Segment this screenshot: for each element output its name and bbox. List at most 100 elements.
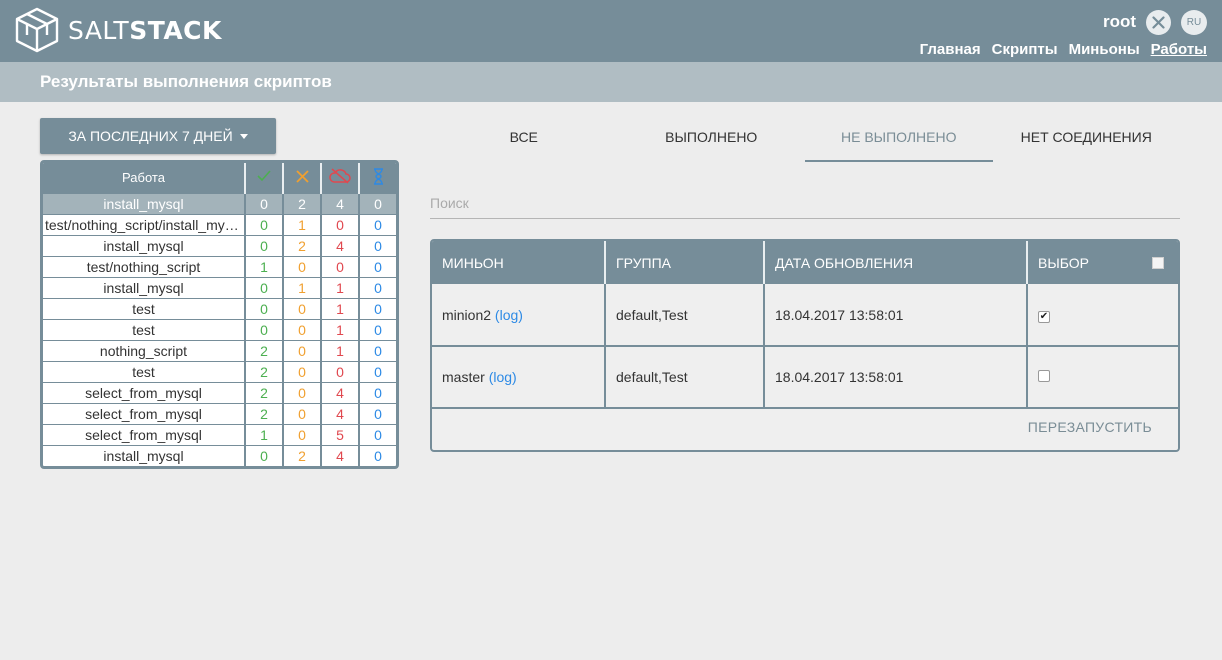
job-row[interactable]: select_from_mysql 2 0 4 0 (43, 402, 396, 424)
success-column-header (245, 163, 284, 193)
job-row[interactable]: test 0 0 1 0 (43, 318, 396, 340)
table-row: minion2 (log) default,Test 18.04.2017 13… (432, 284, 1178, 347)
restart-button[interactable]: ПЕРЕЗАПУСТИТЬ (1028, 419, 1152, 435)
job-row[interactable]: test 0 0 1 0 (43, 297, 396, 319)
nav-minions[interactable]: Миньоны (1069, 41, 1140, 58)
page-title-bar: Результаты выполнения скриптов (0, 62, 1222, 102)
log-link[interactable]: (log) (489, 369, 517, 385)
success-count: 1 (245, 255, 284, 277)
no-connection-count: 1 (321, 276, 360, 298)
select-column-label: ВЫБОР (1038, 254, 1089, 271)
no-connection-count: 4 (321, 402, 360, 424)
job-row[interactable]: nothing_script 2 0 1 0 (43, 339, 396, 361)
minion-name: minion2 (442, 306, 492, 323)
minion-cell: master (log) (432, 346, 606, 409)
saltstack-logo[interactable]: SALTSTACK (12, 6, 222, 54)
waiting-count: 0 (359, 318, 396, 340)
jobs-table: Работа install_mysql 0 2 4 0 test/nothing_scr… (40, 160, 399, 469)
nav-home[interactable]: Главная (920, 41, 981, 58)
success-count: 0 (245, 234, 284, 256)
failed-count: 0 (283, 423, 322, 445)
job-name: test (43, 297, 246, 319)
waiting-count: 0 (359, 297, 396, 319)
job-row[interactable]: select_from_mysql 2 0 4 0 (43, 381, 396, 403)
job-name: install_mysql (43, 234, 246, 256)
logout-button[interactable] (1146, 10, 1171, 35)
job-row[interactable]: test 2 0 0 0 (43, 360, 396, 382)
success-count: 2 (245, 402, 284, 424)
job-name: select_from_mysql (43, 381, 246, 403)
main-nav: Главная Скрипты Миньоны Работы (920, 41, 1207, 58)
waiting-count: 0 (359, 444, 396, 466)
no-connection-count: 1 (321, 297, 360, 319)
hourglass-icon (373, 168, 383, 185)
language-button[interactable]: RU (1181, 10, 1207, 35)
no-connection-count: 4 (321, 381, 360, 403)
row-checkbox[interactable] (1038, 370, 1050, 382)
failed-count: 0 (283, 255, 322, 277)
tab-all[interactable]: ВСЕ (430, 118, 618, 162)
job-name: test/nothing_script/install_mysql (43, 213, 246, 235)
job-column-header: Работа (43, 163, 246, 193)
job-row[interactable]: install_mysql 0 2 4 0 (43, 444, 396, 466)
job-name: install_mysql (43, 192, 246, 214)
period-label: ЗА ПОСЛЕДНИХ 7 ДНЕЙ (68, 128, 233, 144)
success-count: 0 (245, 444, 284, 466)
failed-count: 1 (283, 213, 322, 235)
no-connection-count: 4 (321, 192, 360, 214)
failed-count: 2 (283, 444, 322, 466)
job-row[interactable]: test/nothing_script 1 0 0 0 (43, 255, 396, 277)
failed-count: 0 (283, 339, 322, 361)
chevron-down-icon (239, 133, 248, 139)
failed-count: 1 (283, 276, 322, 298)
failed-count: 0 (283, 318, 322, 340)
waiting-count: 0 (359, 213, 396, 235)
search-input[interactable] (430, 188, 1180, 219)
job-name: install_mysql (43, 276, 246, 298)
minion-column-header: МИНЬОН (432, 241, 606, 284)
top-bar: SALTSTACK root RU Главная Скрипты Миньон… (0, 0, 1222, 62)
no-connection-count: 1 (321, 318, 360, 340)
close-icon (1152, 16, 1165, 29)
job-row[interactable]: test/nothing_script/install_mysql 0 1 0 0 (43, 213, 396, 235)
select-cell: ✔ (1027, 284, 1178, 347)
job-name: install_mysql (43, 444, 246, 466)
page-title: Результаты выполнения скриптов (40, 72, 332, 91)
waiting-count: 0 (359, 234, 396, 256)
job-row[interactable]: install_mysql 0 1 1 0 (43, 276, 396, 298)
log-link[interactable]: (log) (495, 307, 523, 323)
select-all-checkbox[interactable] (1152, 257, 1164, 269)
success-count: 2 (245, 360, 284, 382)
success-count: 2 (245, 339, 284, 361)
job-name: test (43, 318, 246, 340)
table-row: master (log) default,Test 18.04.2017 13:… (432, 346, 1178, 409)
failed-column-header (283, 163, 322, 193)
waiting-count: 0 (359, 339, 396, 361)
no-connection-count: 4 (321, 444, 360, 466)
status-tabs: ВСЕ ВЫПОЛНЕНО НЕ ВЫПОЛНЕНО НЕТ СОЕДИНЕНИ… (430, 118, 1180, 162)
period-dropdown[interactable]: ЗА ПОСЛЕДНИХ 7 ДНЕЙ (40, 118, 276, 154)
no-connection-count: 0 (321, 213, 360, 235)
job-name: test (43, 360, 246, 382)
tab-done[interactable]: ВЫПОЛНЕНО (618, 118, 806, 162)
job-row[interactable]: select_from_mysql 1 0 5 0 (43, 423, 396, 445)
job-row[interactable]: install_mysql 0 2 4 0 (43, 192, 396, 214)
success-count: 1 (245, 423, 284, 445)
nav-jobs[interactable]: Работы (1151, 41, 1207, 58)
waiting-count: 0 (359, 360, 396, 382)
tab-not-done[interactable]: НЕ ВЫПОЛНЕНО (805, 118, 993, 162)
group-cell: default,Test (605, 284, 765, 347)
waiting-count: 0 (359, 192, 396, 214)
waiting-count: 0 (359, 423, 396, 445)
failed-count: 2 (283, 192, 322, 214)
brand-name: SALTSTACK (68, 15, 222, 45)
group-column-header: ГРУППА (605, 241, 765, 284)
success-count: 0 (245, 192, 284, 214)
no-connection-count: 4 (321, 234, 360, 256)
job-name: select_from_mysql (43, 423, 246, 445)
nav-scripts[interactable]: Скрипты (992, 41, 1058, 58)
job-row[interactable]: install_mysql 0 2 4 0 (43, 234, 396, 256)
row-checkbox-checked[interactable]: ✔ (1038, 311, 1050, 323)
tab-no-connection[interactable]: НЕТ СОЕДИНЕНИЯ (993, 118, 1181, 162)
date-cell: 18.04.2017 13:58:01 (764, 346, 1028, 409)
